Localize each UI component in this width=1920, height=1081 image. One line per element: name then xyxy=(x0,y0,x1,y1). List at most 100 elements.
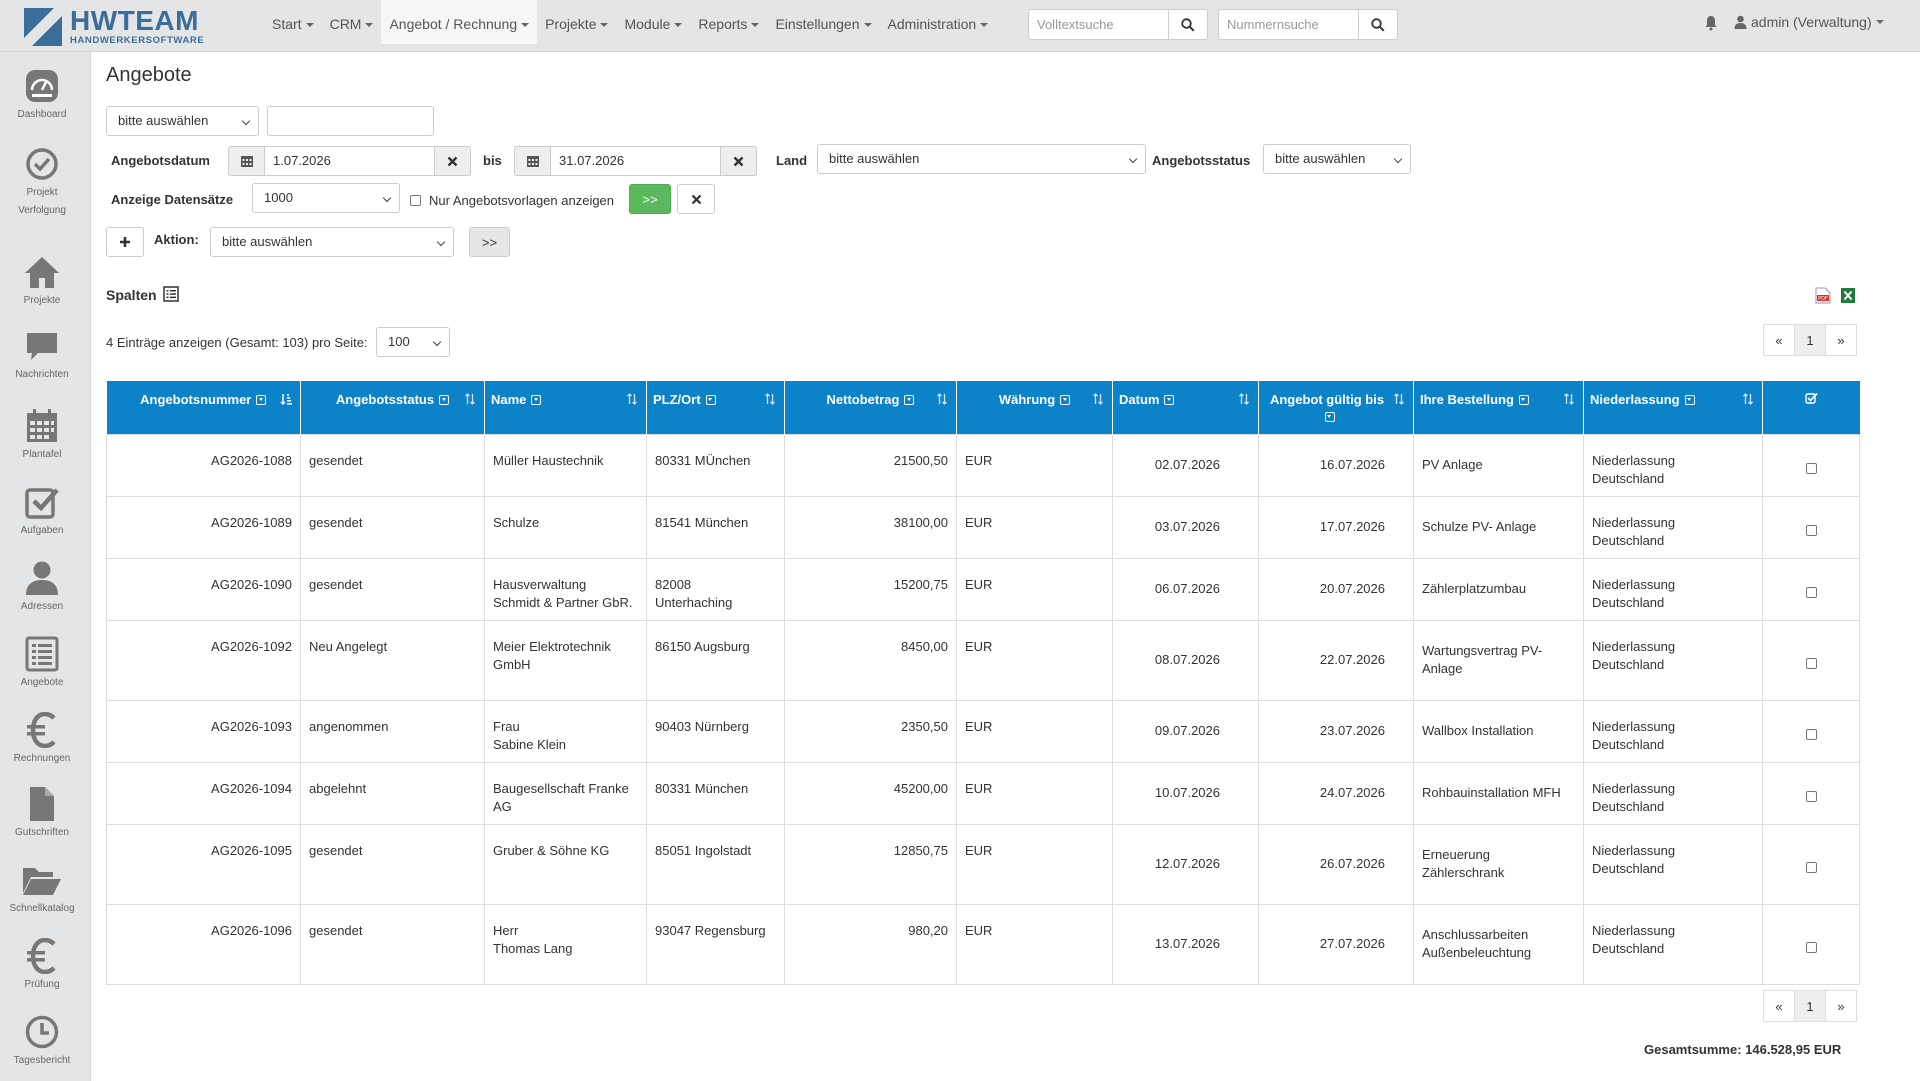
filter-icon[interactable] xyxy=(256,395,267,405)
col-waehrung[interactable]: Währung xyxy=(956,381,1113,434)
check-all-icon[interactable] xyxy=(1805,392,1818,404)
angebotsstatus-select[interactable]: bitte auswählen xyxy=(1263,144,1411,174)
sort-icon[interactable] xyxy=(1742,393,1754,405)
top-filter-input[interactable] xyxy=(267,106,434,136)
row-checkbox[interactable] xyxy=(1805,728,1817,740)
row-checkbox[interactable] xyxy=(1805,586,1817,598)
top-filter-select[interactable]: bitte auswählen xyxy=(106,106,259,136)
bell-icon[interactable] xyxy=(1704,15,1718,31)
nav-administration[interactable]: Administration xyxy=(880,0,997,44)
nav-reports[interactable]: Reports xyxy=(690,0,767,44)
sidebar-item-gutschriften[interactable]: Gutschriften xyxy=(0,786,84,842)
col-nettobetrag[interactable]: Nettobetrag xyxy=(784,381,957,434)
sort-icon[interactable] xyxy=(1393,393,1405,405)
table-row[interactable]: AG2026-1094 abgelehnt Baugesellschaft Fran… xyxy=(106,761,1860,825)
filter-icon[interactable] xyxy=(1324,412,1335,422)
sidebar-item-aufgaben[interactable]: Aufgaben xyxy=(0,484,84,540)
sidebar-item-dashboard[interactable]: Dashboard xyxy=(0,68,84,124)
date-to-calendar-button[interactable] xyxy=(514,146,551,176)
user-menu[interactable]: admin (Verwaltung) xyxy=(1734,0,1884,44)
pager-page[interactable]: 1 xyxy=(1794,324,1826,356)
sidebar-item-tagesbericht[interactable]: Tagesbericht xyxy=(0,1014,84,1070)
nav-module[interactable]: Module xyxy=(616,0,690,44)
excel-export-icon[interactable] xyxy=(1840,287,1856,304)
sidebar-item-projekt-verfolgung[interactable]: Projekt Verfolgung xyxy=(0,146,84,220)
nav-einstellungen[interactable]: Einstellungen xyxy=(767,0,879,44)
records-select[interactable]: 1000 xyxy=(252,183,400,213)
cell-angebotsnummer[interactable]: AG2026-1095 xyxy=(106,823,301,905)
number-search-button[interactable] xyxy=(1359,9,1398,40)
sidebar-item-plantafel[interactable]: Plantafel xyxy=(0,408,84,464)
cell-angebotsnummer[interactable]: AG2026-1088 xyxy=(106,433,301,497)
sidebar-item-angebote[interactable]: Angebote xyxy=(0,636,84,692)
pager-prev[interactable]: « xyxy=(1763,990,1795,1022)
date-from-clear-button[interactable] xyxy=(434,146,471,176)
date-from-calendar-button[interactable] xyxy=(228,146,265,176)
number-search-input[interactable] xyxy=(1218,9,1359,40)
cell-angebotsnummer[interactable]: AG2026-1090 xyxy=(106,557,301,621)
filter-icon[interactable] xyxy=(1684,395,1695,405)
col-angebotsstatus[interactable]: Angebotsstatus xyxy=(300,381,485,434)
row-checkbox[interactable] xyxy=(1805,941,1817,953)
columns-toggle[interactable]: Spalten xyxy=(106,286,180,303)
filter-reset-button[interactable] xyxy=(677,184,715,214)
table-row[interactable]: AG2026-1093 angenommen Frau Sabine Klein 904… xyxy=(106,699,1860,763)
row-checkbox[interactable] xyxy=(1805,861,1817,873)
cell-angebotsnummer[interactable]: AG2026-1089 xyxy=(106,495,301,559)
filter-icon[interactable] xyxy=(531,395,542,405)
col-angebot-gueltig-bis[interactable]: Angebot gültig bis xyxy=(1258,381,1414,434)
row-checkbox[interactable] xyxy=(1805,790,1817,802)
sidebar-item-adressen[interactable]: Adressen xyxy=(0,560,84,616)
table-row[interactable]: AG2026-1090 gesendet Hausverwaltung Schmidt… xyxy=(106,557,1860,621)
sidebar-item-projekte[interactable]: Projekte xyxy=(0,254,84,310)
filter-icon[interactable] xyxy=(1060,395,1071,405)
row-checkbox[interactable] xyxy=(1805,657,1817,669)
table-row[interactable]: AG2026-1096 gesendet Herr Thomas Lang 93047 … xyxy=(106,903,1860,985)
sort-icon[interactable] xyxy=(464,393,476,405)
col-select-all[interactable] xyxy=(1762,381,1860,434)
filter-icon[interactable] xyxy=(904,395,915,405)
fulltext-search-button[interactable] xyxy=(1169,9,1208,40)
filter-icon[interactable] xyxy=(1164,395,1175,405)
sort-icon[interactable] xyxy=(1238,393,1250,405)
nav-angebot-rechnung[interactable]: Angebot / Rechnung xyxy=(381,0,538,44)
land-select[interactable]: bitte auswählen xyxy=(817,144,1146,174)
action-select[interactable]: bitte auswählen xyxy=(210,227,454,257)
fulltext-search-input[interactable] xyxy=(1028,9,1169,40)
pager-prev[interactable]: « xyxy=(1763,324,1795,356)
sort-asc-icon[interactable] xyxy=(280,393,292,405)
row-checkbox[interactable] xyxy=(1805,462,1817,474)
col-plz-ort[interactable]: PLZ/Ort xyxy=(646,381,785,434)
date-from-input[interactable]: 1.07.2026 xyxy=(264,146,435,176)
nav-start[interactable]: Start xyxy=(264,0,322,44)
col-datum[interactable]: Datum xyxy=(1112,381,1259,434)
pager-page[interactable]: 1 xyxy=(1794,990,1826,1022)
table-row[interactable]: AG2026-1089 gesendet Schulze 81541 München 3… xyxy=(106,495,1860,559)
sidebar-item-nachrichten[interactable]: Nachrichten xyxy=(0,330,84,384)
pdf-export-icon[interactable]: PDF xyxy=(1815,287,1831,304)
table-row[interactable]: AG2026-1092 Neu Angelegt Meier Elektrotech… xyxy=(106,619,1860,701)
sidebar-item-pruefung[interactable]: Prüfung xyxy=(0,938,84,994)
pager-next[interactable]: » xyxy=(1825,990,1857,1022)
date-to-input[interactable]: 31.07.2026 xyxy=(550,146,721,176)
col-angebotsnummer[interactable]: Angebotsnummer xyxy=(106,381,301,434)
per-page-select[interactable]: 100 xyxy=(376,327,450,357)
filter-icon[interactable] xyxy=(705,395,716,405)
sort-icon[interactable] xyxy=(626,393,638,405)
sort-icon[interactable] xyxy=(764,393,776,405)
sidebar-item-rechnungen[interactable]: Rechnungen xyxy=(0,712,84,768)
date-to-clear-button[interactable] xyxy=(720,146,757,176)
col-niederlassung[interactable]: Niederlassung xyxy=(1583,381,1763,434)
sidebar-item-schnellkatalog[interactable]: Schnellkatalog xyxy=(0,862,84,918)
action-go-button[interactable]: >> xyxy=(469,227,510,257)
cell-angebotsnummer[interactable]: AG2026-1094 xyxy=(106,761,301,825)
row-checkbox[interactable] xyxy=(1805,524,1817,536)
table-row[interactable]: AG2026-1095 gesendet Gruber & Söhne KG 8505… xyxy=(106,823,1860,905)
cell-angebotsnummer[interactable]: AG2026-1092 xyxy=(106,619,301,701)
app-logo[interactable]: HWTEAM HANDWERKERSOFTWARE xyxy=(24,7,204,46)
templates-checkbox[interactable] xyxy=(410,195,421,206)
table-row[interactable]: AG2026-1088 gesendet Müller Haustechnik 803… xyxy=(106,433,1860,497)
cell-angebotsnummer[interactable]: AG2026-1093 xyxy=(106,699,301,763)
pager-next[interactable]: » xyxy=(1825,324,1857,356)
filter-apply-button[interactable]: >> xyxy=(629,184,671,214)
